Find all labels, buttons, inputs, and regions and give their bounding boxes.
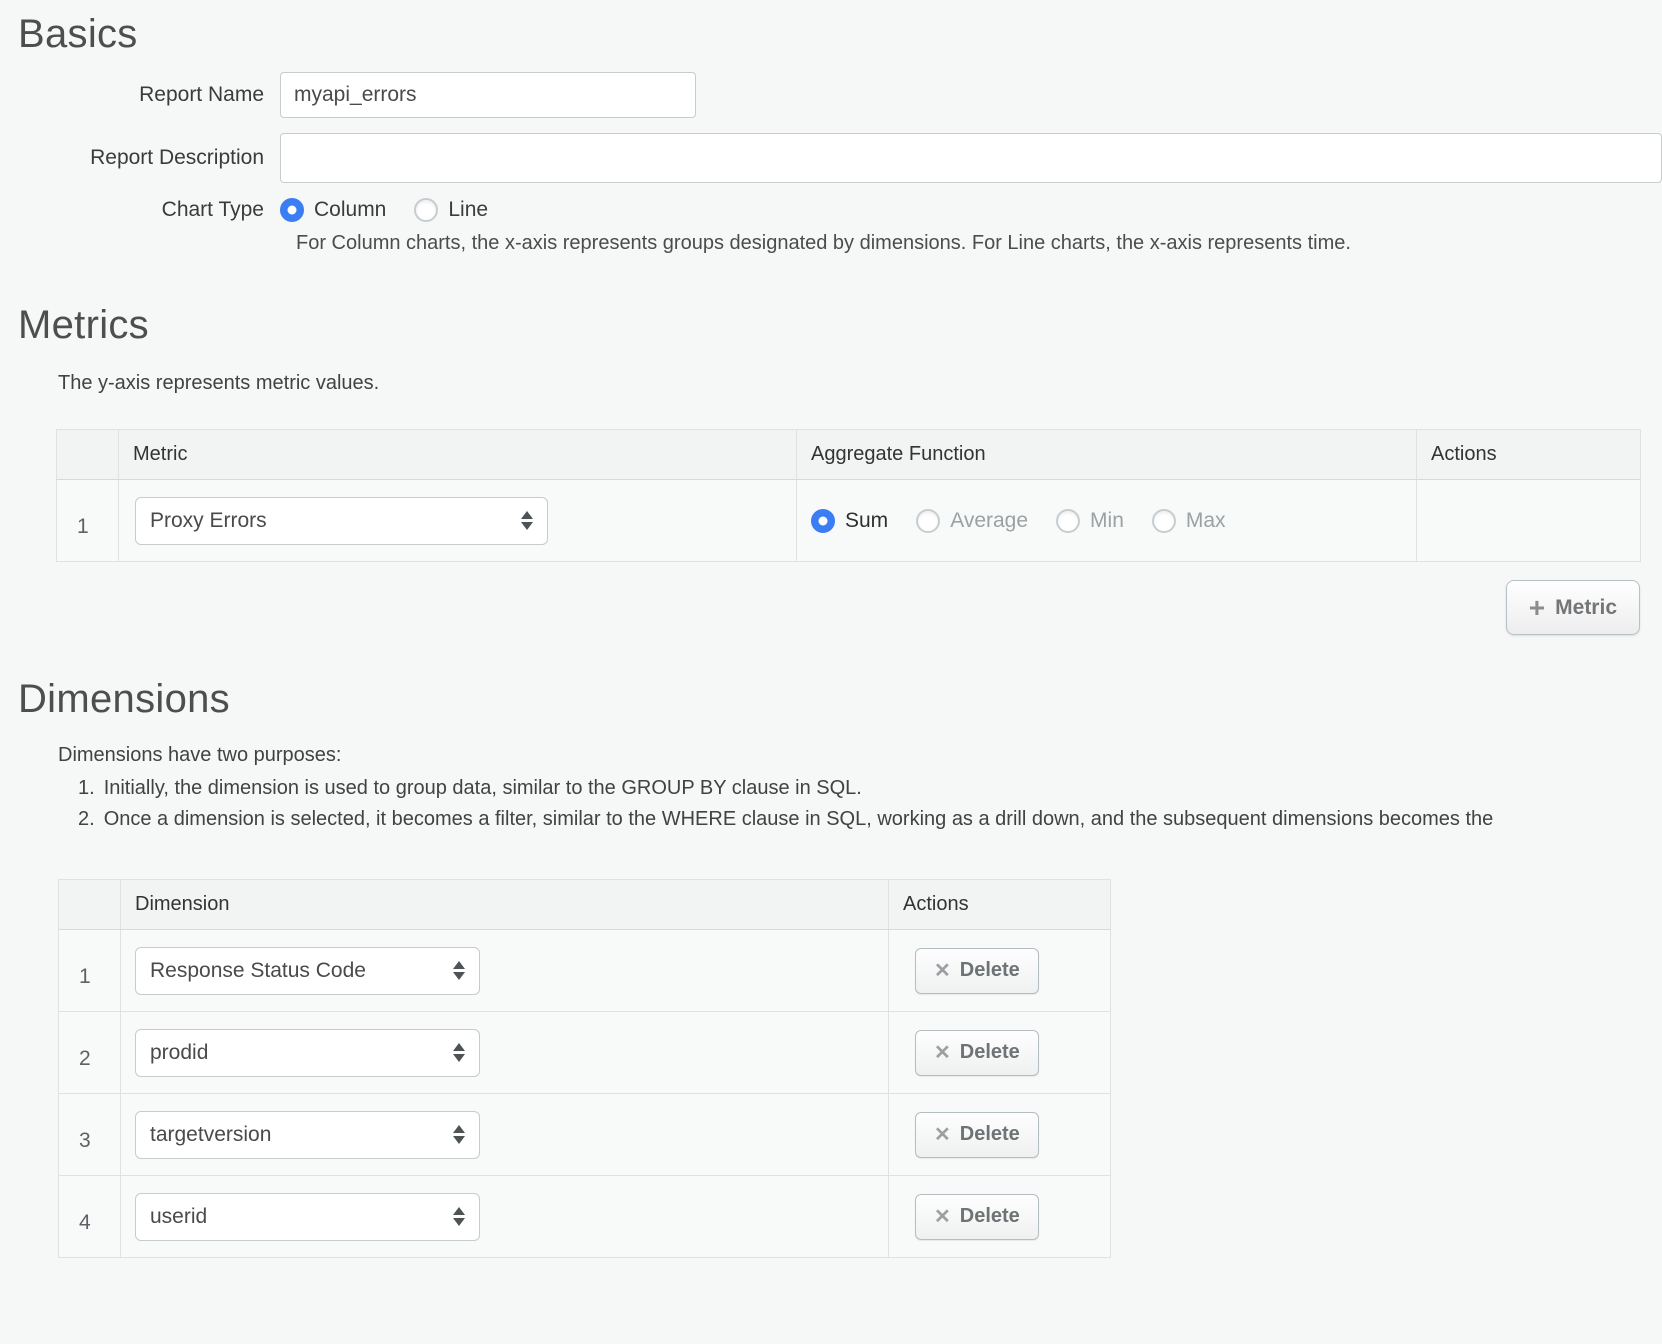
report-name-label: Report Name — [0, 83, 280, 107]
chart-type-radio[interactable]: Column — [280, 198, 386, 222]
select-arrows-icon — [453, 1125, 465, 1144]
dimension-select-value: userid — [150, 1205, 207, 1229]
add-metric-button-label: Metric — [1555, 596, 1617, 620]
dimension-select[interactable]: userid — [135, 1193, 480, 1241]
dimensions-col-actions: Actions — [889, 880, 1111, 930]
select-arrows-icon — [453, 961, 465, 980]
dimensions-col-index — [59, 880, 121, 930]
metrics-header-row: Metric Aggregate Function Actions — [57, 430, 1641, 480]
metrics-table: Metric Aggregate Function Actions 1 Prox… — [56, 429, 1641, 562]
dimension-row-index: 2 — [59, 1012, 121, 1094]
dimensions-purpose-list: 1. Initially, the dimension is used to g… — [78, 777, 1662, 831]
dimension-select[interactable]: targetversion — [135, 1111, 480, 1159]
radio-label: Max — [1186, 509, 1226, 533]
aggregate-radio[interactable]: Max — [1152, 509, 1226, 533]
delete-x-icon: ✕ — [934, 1043, 951, 1063]
report-description-row: Report Description — [0, 133, 1662, 183]
dimensions-section: Dimensions Dimensions have two purposes:… — [0, 677, 1662, 1258]
purpose-item: 1. Initially, the dimension is used to g… — [78, 777, 1662, 800]
chart-type-radio-group: Column Line — [280, 198, 488, 222]
dimension-row: 2 prodid ✕ Delete — [59, 1012, 1111, 1094]
radio-icon — [1056, 509, 1080, 533]
dimensions-col-dimension: Dimension — [121, 880, 889, 930]
dimension-row: 1 Response Status Code ✕ Delete — [59, 930, 1111, 1012]
metrics-section: Metrics The y-axis represents metric val… — [0, 303, 1662, 635]
radio-label: Line — [448, 198, 488, 222]
report-description-input[interactable] — [280, 133, 1662, 183]
aggregate-radio[interactable]: Sum — [811, 509, 888, 533]
dimension-row-index: 1 — [59, 930, 121, 1012]
purpose-item: 2. Once a dimension is selected, it beco… — [78, 808, 1662, 831]
metric-actions-cell — [1417, 480, 1641, 562]
radio-label: Sum — [845, 509, 888, 533]
dimension-select-value: targetversion — [150, 1123, 271, 1147]
purpose-number: 1. — [78, 777, 95, 800]
chart-type-label: Chart Type — [0, 198, 280, 222]
dimension-row-index: 4 — [59, 1176, 121, 1258]
radio-label: Column — [314, 198, 386, 222]
purpose-number: 2. — [78, 808, 95, 831]
delete-dimension-button[interactable]: ✕ Delete — [915, 1194, 1039, 1240]
chart-type-radio[interactable]: Line — [414, 198, 488, 222]
dimension-select-value: prodid — [150, 1041, 208, 1065]
dimensions-intro: Dimensions have two purposes: — [58, 744, 1662, 767]
metric-row-index: 1 — [57, 480, 119, 562]
radio-icon — [811, 509, 835, 533]
report-name-row: Report Name — [0, 72, 1662, 118]
radio-icon — [916, 509, 940, 533]
select-arrows-icon — [521, 511, 533, 530]
delete-button-label: Delete — [960, 1041, 1020, 1064]
chart-type-help-text: For Column charts, the x-axis represents… — [296, 232, 1662, 255]
delete-x-icon: ✕ — [934, 961, 951, 981]
report-description-label: Report Description — [0, 146, 280, 170]
aggregate-radio[interactable]: Min — [1056, 509, 1124, 533]
metric-select-value: Proxy Errors — [150, 509, 267, 533]
delete-dimension-button[interactable]: ✕ Delete — [915, 1030, 1039, 1076]
aggregate-function-radio-group: Sum Average Min — [797, 509, 1416, 533]
chart-type-row: Chart Type Column Line — [0, 198, 1662, 222]
metrics-col-index — [57, 430, 119, 480]
basics-title: Basics — [18, 12, 1662, 57]
aggregate-radio[interactable]: Average — [916, 509, 1028, 533]
metrics-description: The y-axis represents metric values. — [58, 372, 1662, 395]
dimension-select[interactable]: prodid — [135, 1029, 480, 1077]
metrics-col-aggregate: Aggregate Function — [797, 430, 1417, 480]
dimension-row: 4 userid ✕ Delete — [59, 1176, 1111, 1258]
report-name-input[interactable] — [280, 72, 696, 118]
delete-dimension-button[interactable]: ✕ Delete — [915, 948, 1039, 994]
radio-label: Average — [950, 509, 1028, 533]
dimensions-title: Dimensions — [18, 677, 1662, 722]
delete-x-icon: ✕ — [934, 1207, 951, 1227]
radio-icon — [1152, 509, 1176, 533]
delete-button-label: Delete — [960, 959, 1020, 982]
plus-icon: + — [1529, 594, 1545, 622]
dimension-row: 3 targetversion ✕ Delete — [59, 1094, 1111, 1176]
delete-x-icon: ✕ — [934, 1125, 951, 1145]
purpose-text: Initially, the dimension is used to grou… — [104, 777, 862, 800]
dimensions-header-row: Dimension Actions — [59, 880, 1111, 930]
purpose-text: Once a dimension is selected, it becomes… — [104, 808, 1494, 831]
select-arrows-icon — [453, 1207, 465, 1226]
radio-label: Min — [1090, 509, 1124, 533]
metrics-title: Metrics — [18, 303, 1662, 348]
basics-section: Basics Report Name Report Description Ch… — [0, 0, 1662, 255]
radio-icon — [414, 198, 438, 222]
dimension-select-value: Response Status Code — [150, 959, 366, 983]
select-arrows-icon — [453, 1043, 465, 1062]
metrics-col-actions: Actions — [1417, 430, 1641, 480]
metrics-col-metric: Metric — [119, 430, 797, 480]
dimension-select[interactable]: Response Status Code — [135, 947, 480, 995]
delete-button-label: Delete — [960, 1205, 1020, 1228]
dimension-row-index: 3 — [59, 1094, 121, 1176]
dimensions-table: Dimension Actions 1 Response Status Code — [58, 879, 1111, 1258]
radio-icon — [280, 198, 304, 222]
add-metric-button[interactable]: + Metric — [1506, 580, 1640, 635]
metric-select[interactable]: Proxy Errors — [135, 497, 548, 545]
metric-row: 1 Proxy Errors Sum — [57, 480, 1641, 562]
delete-dimension-button[interactable]: ✕ Delete — [915, 1112, 1039, 1158]
delete-button-label: Delete — [960, 1123, 1020, 1146]
